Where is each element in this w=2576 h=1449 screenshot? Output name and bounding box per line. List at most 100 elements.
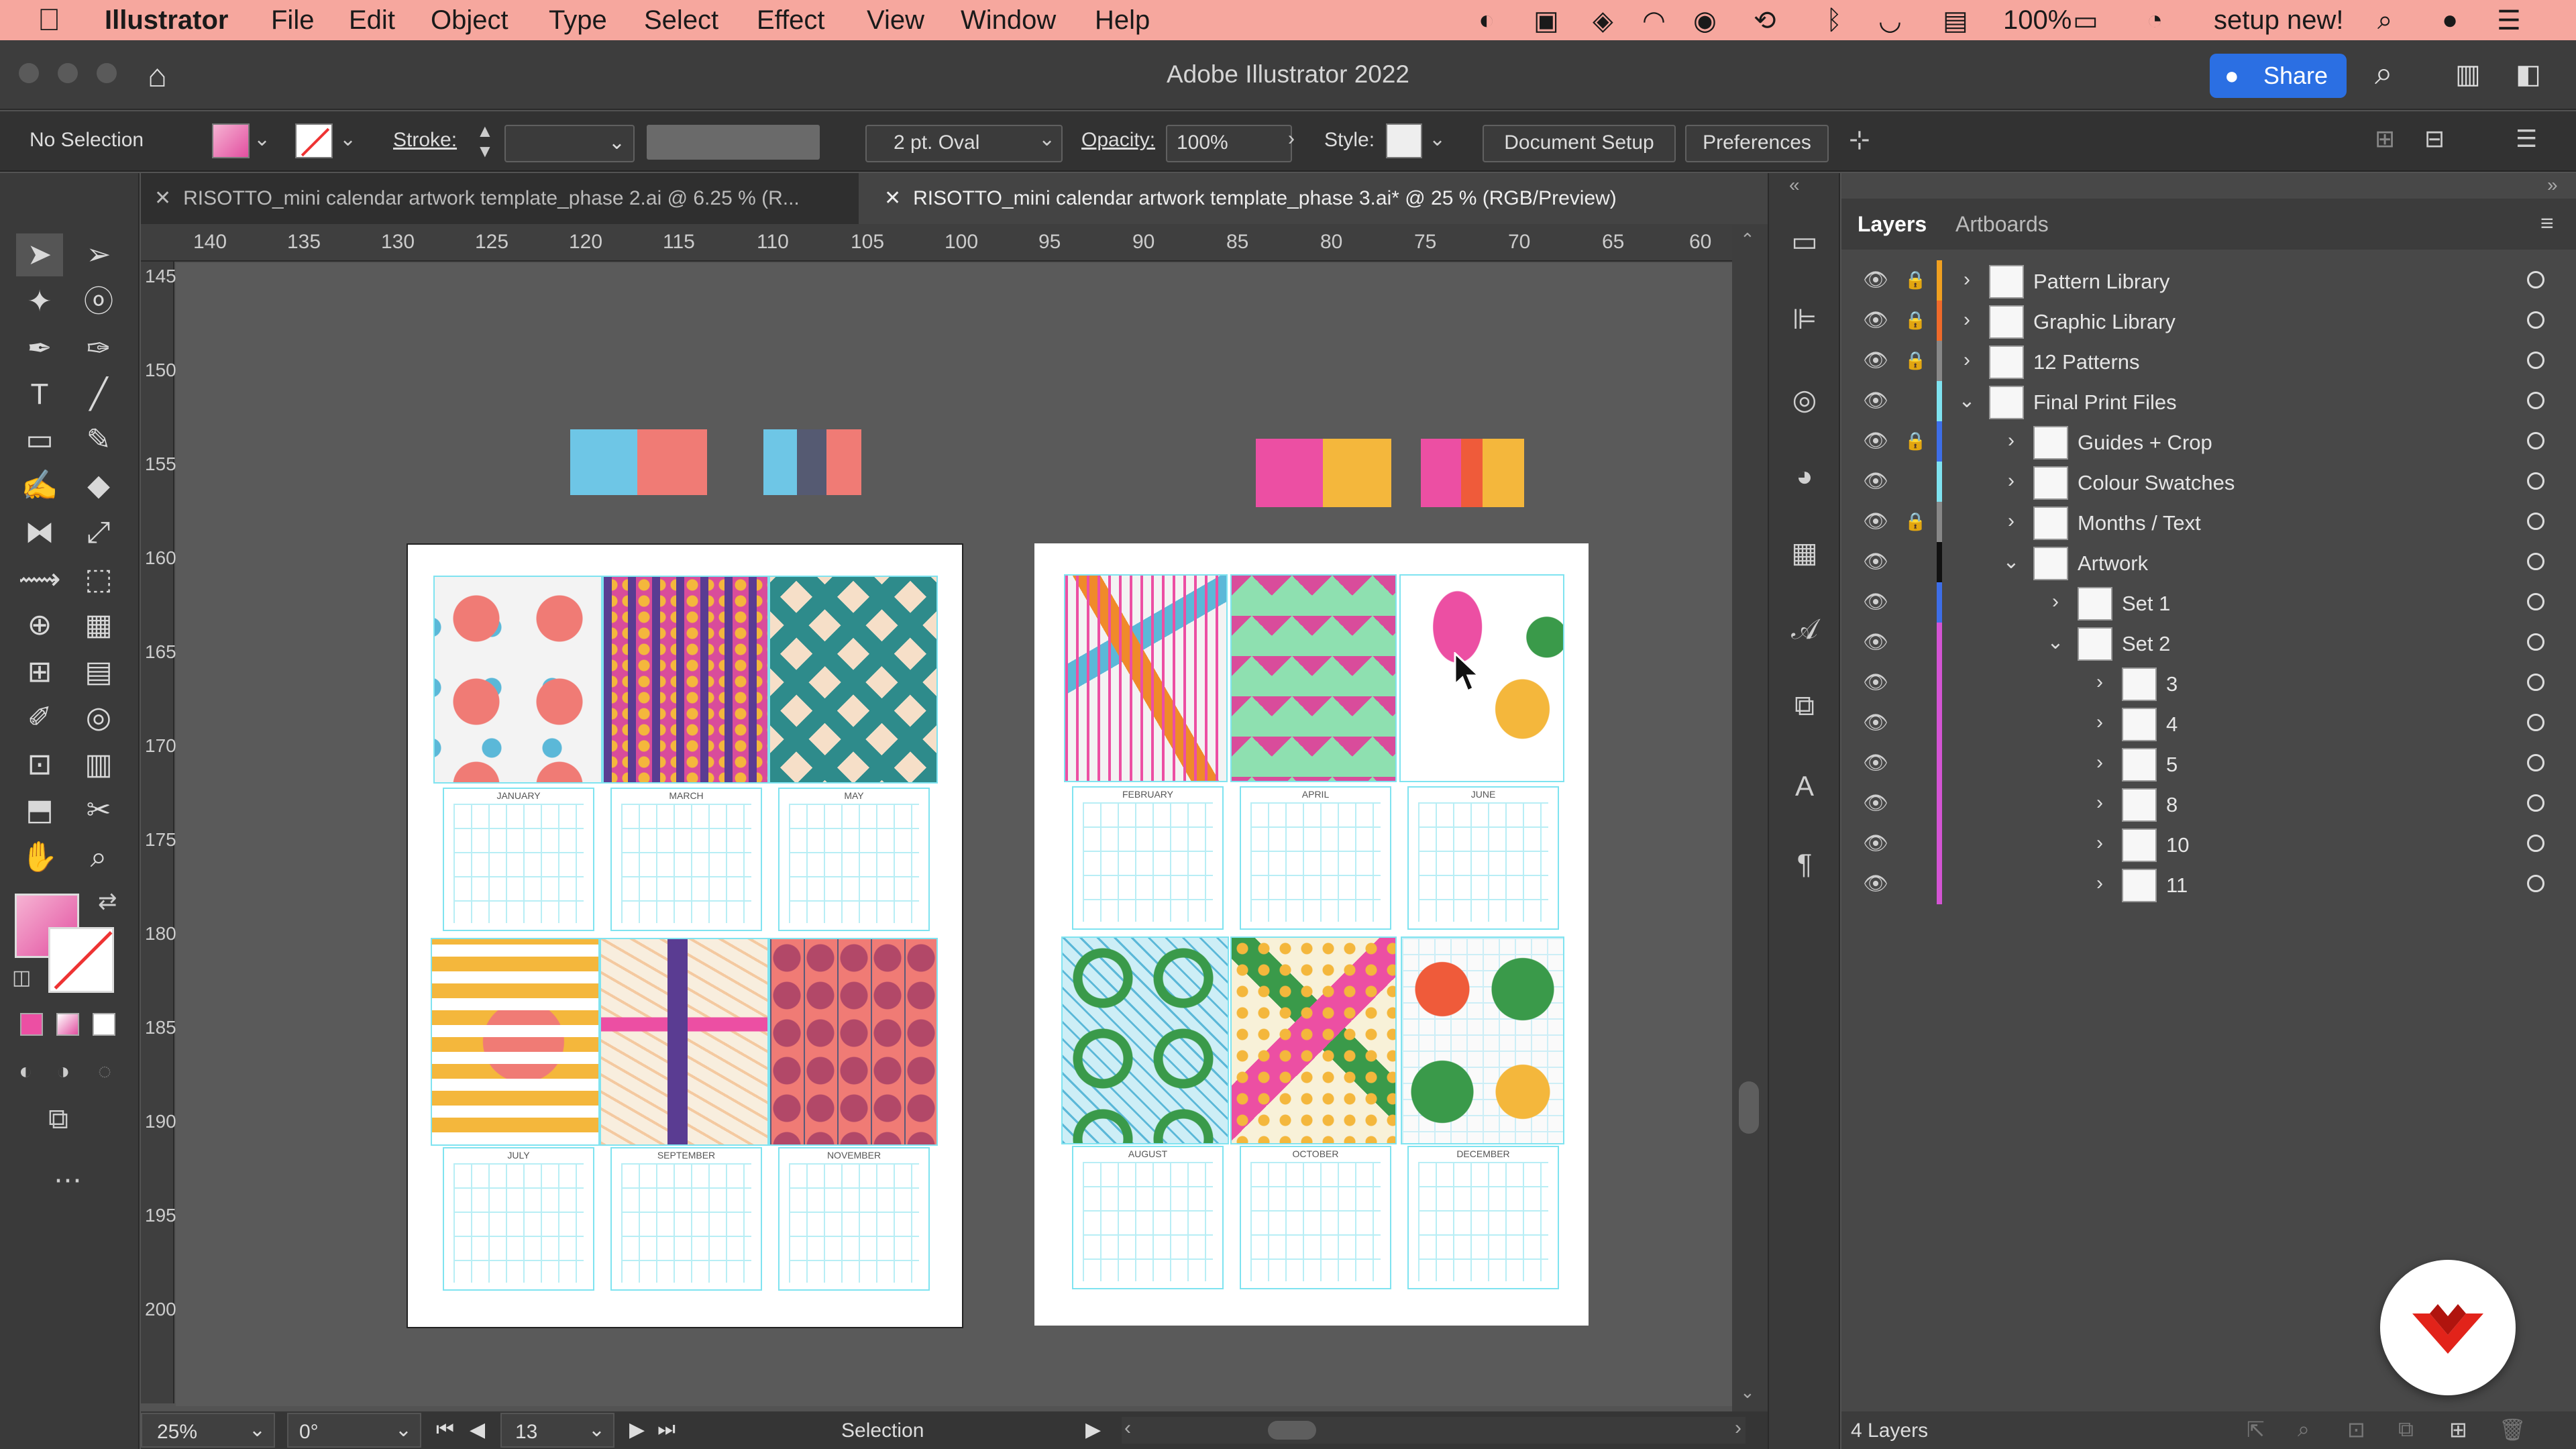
swatch-orange[interactable] bbox=[1461, 439, 1483, 507]
align-icon[interactable]: ⊞ bbox=[2375, 125, 2395, 153]
calendar-month[interactable]: MARCH bbox=[610, 788, 762, 931]
layer-name[interactable]: Graphic Library bbox=[2033, 310, 2176, 334]
chevron-right-icon[interactable]: › bbox=[2090, 792, 2110, 814]
pattern-artwork[interactable] bbox=[431, 938, 600, 1146]
draw-behind-icon[interactable]: ◑ bbox=[56, 1059, 70, 1085]
opacity-input[interactable]: 100% bbox=[1166, 125, 1292, 162]
status-menu-arrow-icon[interactable]: ▶ bbox=[1085, 1418, 1101, 1442]
brush-definition[interactable]: 2 pt. Oval bbox=[865, 125, 1063, 162]
target-circle-icon[interactable] bbox=[2527, 633, 2544, 651]
horizontal-ruler[interactable]: 140 135 130 125 120 115 110 105 100 95 9… bbox=[141, 224, 1768, 262]
target-circle-icon[interactable] bbox=[2527, 593, 2544, 610]
symbol-sprayer-tool-icon[interactable]: ⊡ bbox=[16, 743, 63, 786]
chevron-right-icon[interactable]: › bbox=[2001, 470, 2021, 492]
control-center-icon[interactable]: ☰ bbox=[2497, 5, 2521, 36]
focus-icon[interactable]: ◔ bbox=[2147, 5, 2163, 36]
distribute-icon[interactable]: ⊟ bbox=[2424, 125, 2445, 153]
time-machine-icon[interactable]: ⟲ bbox=[1754, 5, 1776, 36]
new-sublayer-icon[interactable]: ⧉ bbox=[2398, 1417, 2414, 1442]
arrange-icon[interactable]: ⊹ bbox=[1849, 125, 1870, 155]
opacity-label[interactable]: Opacity: bbox=[1081, 129, 1155, 152]
vertical-scrollbar[interactable]: ⌃ ⌄ bbox=[1732, 224, 1768, 1411]
layer-name[interactable]: 8 bbox=[2166, 793, 2178, 817]
calendar-month[interactable]: MAY bbox=[778, 788, 930, 931]
chevron-down-icon[interactable]: ⌄ bbox=[254, 127, 270, 151]
scrollbar-thumb[interactable] bbox=[1268, 1421, 1316, 1440]
layer-row-guides-crop[interactable]: 👁 🔒 › Guides + Crop bbox=[1855, 421, 2566, 462]
layer-name[interactable]: Months / Text bbox=[2078, 511, 2201, 535]
layer-name[interactable]: 3 bbox=[2166, 672, 2178, 696]
layer-name[interactable]: Artwork bbox=[2078, 551, 2148, 576]
gradient-mode-icon[interactable] bbox=[56, 1013, 79, 1036]
layer-name[interactable]: 4 bbox=[2166, 712, 2178, 737]
horizontal-scrollbar[interactable]: ‹ › bbox=[1122, 1417, 1746, 1444]
clipping-mask-icon[interactable]: ⊡ bbox=[2347, 1417, 2365, 1442]
draw-inside-icon[interactable]: ◌ bbox=[98, 1059, 111, 1085]
pattern-artwork[interactable] bbox=[769, 576, 938, 784]
more-tools-icon[interactable]: ⋯ bbox=[54, 1163, 82, 1196]
layer-row-5[interactable]: 👁 › 5 bbox=[1855, 743, 2566, 784]
menubar-user-text[interactable]: setup new! bbox=[2214, 5, 2343, 36]
color-panel-icon[interactable]: ◕ bbox=[1787, 459, 1822, 494]
chevron-up-icon[interactable]: ⌃ bbox=[1740, 229, 1755, 250]
swatches-panel-icon[interactable]: ▦ bbox=[1787, 535, 1822, 570]
visibility-eye-icon[interactable]: 👁 bbox=[1863, 832, 1888, 856]
stroke-color-box[interactable] bbox=[48, 927, 114, 993]
menu-window[interactable]: Window bbox=[961, 5, 1056, 36]
layer-row-graphic-library[interactable]: 👁 🔒 › Graphic Library bbox=[1855, 301, 2566, 341]
visibility-eye-icon[interactable]: 👁 bbox=[1863, 751, 1888, 775]
chevron-right-icon[interactable]: › bbox=[2001, 510, 2021, 533]
visibility-eye-icon[interactable]: 👁 bbox=[1863, 711, 1888, 735]
user-avatar[interactable]: ● bbox=[2442, 5, 2458, 36]
tab-document-phase-3[interactable]: ✕ RISOTTO_mini calendar artwork template_… bbox=[859, 173, 1837, 224]
stroke-label[interactable]: Stroke: bbox=[393, 129, 457, 152]
scrollbar-thumb[interactable] bbox=[1739, 1081, 1759, 1134]
trash-icon[interactable]: 🗑 bbox=[2499, 1417, 2526, 1442]
chevron-down-icon[interactable]: ⌄ bbox=[2001, 550, 2021, 574]
visibility-eye-icon[interactable]: 👁 bbox=[1863, 349, 1888, 373]
stroke-swatch[interactable] bbox=[295, 123, 333, 158]
visibility-eye-icon[interactable]: 👁 bbox=[1863, 510, 1888, 534]
first-artboard-icon[interactable]: ⏮ bbox=[436, 1418, 454, 1441]
target-circle-icon[interactable] bbox=[2527, 674, 2544, 691]
character-styles-icon[interactable]: 𝒜 bbox=[1787, 612, 1822, 647]
layer-row-set-1[interactable]: 👁 › Set 1 bbox=[1855, 582, 2566, 623]
lock-icon[interactable]: 🔒 bbox=[1904, 310, 1926, 331]
pattern-artwork[interactable] bbox=[1230, 574, 1397, 782]
menu-edit[interactable]: Edit bbox=[349, 5, 395, 36]
workspace-switcher-icon[interactable]: ▥ bbox=[2455, 59, 2481, 90]
default-colors-icon[interactable]: ◫ bbox=[12, 966, 31, 989]
lock-icon[interactable]: 🔒 bbox=[1904, 270, 1926, 291]
tab-document-phase-2[interactable]: ✕ RISOTTO_mini calendar artwork template_… bbox=[141, 173, 865, 224]
target-circle-icon[interactable] bbox=[2527, 875, 2544, 892]
layer-row-set-2[interactable]: 👁 ⌄ Set 2 bbox=[1855, 623, 2566, 663]
chevron-right-icon[interactable]: › bbox=[1288, 127, 1295, 150]
chevron-down-icon[interactable]: ⌄ bbox=[1038, 127, 1055, 151]
target-circle-icon[interactable] bbox=[2527, 472, 2544, 490]
calendar-month[interactable]: NOVEMBER bbox=[778, 1147, 930, 1291]
tab-artboards[interactable]: Artboards bbox=[1955, 212, 2049, 237]
layer-row-artwork[interactable]: 👁 ⌄ Artwork bbox=[1855, 542, 2566, 582]
wifi-icon[interactable]: ◡ bbox=[1878, 5, 1902, 36]
lock-icon[interactable]: 🔒 bbox=[1904, 511, 1926, 533]
share-button[interactable]: ● Share bbox=[2210, 54, 2347, 98]
rectangle-tool-icon[interactable]: ▭ bbox=[16, 419, 63, 462]
target-circle-icon[interactable] bbox=[2527, 553, 2544, 570]
swatch-pink[interactable] bbox=[1421, 439, 1461, 507]
none-mode-icon[interactable] bbox=[93, 1013, 115, 1036]
free-transform-tool-icon[interactable]: ⬚ bbox=[75, 558, 122, 601]
screen-mode-icon[interactable]: ⧉ bbox=[48, 1103, 68, 1136]
target-circle-icon[interactable] bbox=[2527, 352, 2544, 369]
artboard-set-2[interactable]: FEBRUARY APRIL JUNE AUGUST OCTOBER DECEM… bbox=[1034, 543, 1589, 1326]
target-circle-icon[interactable] bbox=[2527, 714, 2544, 731]
eraser-tool-icon[interactable]: ◆ bbox=[75, 464, 122, 507]
current-tool-status[interactable]: Selection bbox=[841, 1419, 924, 1442]
chevron-right-icon[interactable]: › bbox=[2001, 429, 2021, 452]
layer-row-12-patterns[interactable]: 👁 🔒 › 12 Patterns bbox=[1855, 341, 2566, 381]
layer-row-8[interactable]: 👁 › 8 bbox=[1855, 784, 2566, 824]
appearance-panel-icon[interactable]: ◎ bbox=[1787, 382, 1822, 417]
calendar-month[interactable]: AUGUST bbox=[1072, 1146, 1224, 1289]
layer-row-11[interactable]: 👁 › 11 bbox=[1855, 864, 2566, 904]
calendar-month[interactable]: SEPTEMBER bbox=[610, 1147, 762, 1291]
target-circle-icon[interactable] bbox=[2527, 835, 2544, 852]
